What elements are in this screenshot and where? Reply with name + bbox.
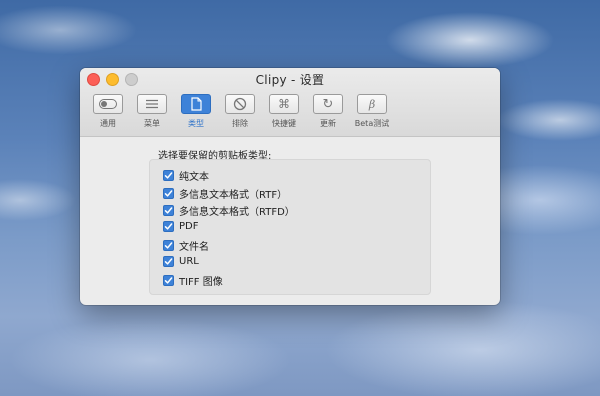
- tab-updates[interactable]: ↻ 更新: [306, 94, 350, 129]
- type-option-label: URL: [179, 255, 199, 267]
- tab-exclude-label: 排除: [232, 119, 248, 128]
- tab-type[interactable]: 类型: [174, 94, 218, 129]
- type-option-pdf[interactable]: PDF: [163, 220, 199, 232]
- type-option-label: 纯文本: [179, 172, 209, 183]
- checkbox-checked-icon[interactable]: [163, 205, 174, 216]
- type-option-plain-text[interactable]: 纯文本: [163, 168, 209, 183]
- command-key-icon: ⌘: [269, 94, 299, 114]
- checkbox-checked-icon[interactable]: [163, 275, 174, 286]
- titlebar: Clipy - 设置 通用 菜单 类型 排除 ⌘ 快捷键 ↻ 更新 β Beta…: [80, 68, 500, 137]
- window-title: Clipy - 设置: [255, 73, 325, 87]
- checkbox-checked-icon[interactable]: [163, 187, 174, 199]
- tab-shortcuts-label: 快捷键: [272, 119, 296, 128]
- type-option-filename[interactable]: 文件名: [163, 238, 209, 253]
- tab-shortcuts[interactable]: ⌘ 快捷键: [262, 94, 306, 129]
- document-icon: [181, 94, 211, 114]
- tab-menu-label: 菜单: [144, 119, 160, 128]
- checkbox-checked-icon[interactable]: [163, 240, 174, 251]
- type-option-rtfd[interactable]: 多信息文本格式（RTFD）: [163, 203, 295, 218]
- type-option-tiff[interactable]: TIFF 图像: [163, 273, 223, 288]
- toggle-switch-icon: [93, 94, 123, 114]
- type-option-label: 多信息文本格式（RTF）: [179, 189, 288, 201]
- type-settings-pane: 选择要保留的剪贴板类型: 纯文本 多信息文本格式（RTF） 多信息文本格式（RT…: [80, 137, 500, 305]
- clipboard-types-box: 纯文本 多信息文本格式（RTF） 多信息文本格式（RTFD） PDF 文件名 U…: [149, 159, 431, 295]
- tab-updates-label: 更新: [320, 119, 336, 128]
- beta-icon: β: [357, 94, 387, 114]
- type-option-label: TIFF 图像: [179, 277, 223, 288]
- refresh-icon: ↻: [313, 94, 343, 114]
- tab-exclude[interactable]: 排除: [218, 94, 262, 129]
- type-option-label: 多信息文本格式（RTFD）: [179, 207, 295, 218]
- tab-general-label: 通用: [100, 119, 116, 128]
- tab-type-label: 类型: [188, 119, 204, 128]
- menu-lines-icon: [137, 94, 167, 114]
- type-option-url[interactable]: URL: [163, 255, 199, 267]
- checkbox-checked-icon[interactable]: [163, 220, 174, 232]
- type-option-label: 文件名: [179, 242, 209, 253]
- tab-menu[interactable]: 菜单: [130, 94, 174, 129]
- type-option-rtf[interactable]: 多信息文本格式（RTF）: [163, 186, 287, 201]
- type-option-label: PDF: [179, 220, 199, 232]
- preferences-toolbar: 通用 菜单 类型 排除 ⌘ 快捷键 ↻ 更新 β Beta测试: [86, 94, 394, 129]
- tab-beta[interactable]: β Beta测试: [350, 94, 394, 129]
- tab-general[interactable]: 通用: [86, 94, 130, 129]
- no-entry-icon: [225, 94, 255, 114]
- preferences-window: Clipy - 设置 通用 菜单 类型 排除 ⌘ 快捷键 ↻ 更新 β Beta…: [80, 68, 500, 305]
- checkbox-checked-icon[interactable]: [163, 255, 174, 267]
- tab-beta-label: Beta测试: [354, 119, 390, 128]
- checkbox-checked-icon[interactable]: [163, 170, 174, 181]
